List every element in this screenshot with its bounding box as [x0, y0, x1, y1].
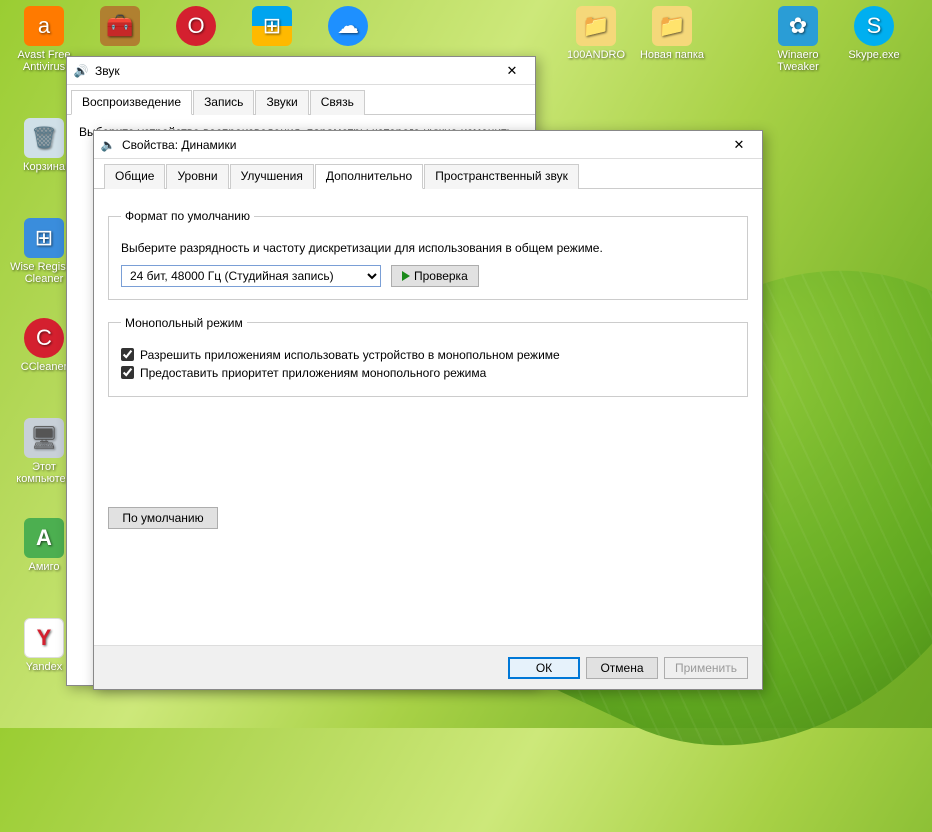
- defaults-button[interactable]: По умолчанию: [108, 507, 218, 529]
- format-combo[interactable]: 24 бит, 48000 Гц (Студийная запись): [121, 265, 381, 287]
- speaker-icon: 🔊: [73, 63, 89, 79]
- desktop-icon-folder-new[interactable]: 📁Новая папка: [636, 6, 708, 61]
- window-properties: 🔈 Свойства: Динамики ✕ Общие Уровни Улуч…: [93, 130, 763, 690]
- chk-priority-exclusive-box[interactable]: [121, 366, 134, 379]
- titlebar-sound[interactable]: 🔊 Звук ✕: [67, 57, 535, 85]
- tab-spatial[interactable]: Пространственный звук: [424, 164, 579, 189]
- tab-general[interactable]: Общие: [104, 164, 165, 189]
- titlebar-props[interactable]: 🔈 Свойства: Динамики ✕: [94, 131, 762, 159]
- group-exclusive: Монопольный режим Разрешить приложениям …: [108, 316, 748, 397]
- title-props: Свойства: Динамики: [122, 138, 722, 152]
- tabs-props: Общие Уровни Улучшения Дополнительно Про…: [94, 159, 762, 189]
- chk-allow-exclusive-box[interactable]: [121, 348, 134, 361]
- desktop-icon-app2[interactable]: 🧰: [84, 6, 156, 49]
- desktop-icon-opera[interactable]: O: [160, 6, 232, 49]
- legend-exclusive: Монопольный режим: [121, 316, 247, 330]
- close-button-sound[interactable]: ✕: [495, 60, 529, 82]
- speaker-props-icon: 🔈: [100, 137, 116, 153]
- tab-playback[interactable]: Воспроизведение: [71, 90, 192, 115]
- format-desc: Выберите разрядность и частоту дискретиз…: [121, 241, 735, 257]
- desktop-icon-windows[interactable]: ⊞: [236, 6, 308, 49]
- desktop-icon-cloud[interactable]: ☁: [312, 6, 384, 49]
- chk-allow-exclusive[interactable]: Разрешить приложениям использовать устро…: [121, 348, 735, 362]
- play-icon: [402, 271, 410, 281]
- props-body: Формат по умолчанию Выберите разрядность…: [94, 189, 762, 539]
- tab-enhancements[interactable]: Улучшения: [230, 164, 314, 189]
- desktop-icon-winaero[interactable]: ✿Winaero Tweaker: [762, 6, 834, 73]
- tab-advanced[interactable]: Дополнительно: [315, 164, 423, 189]
- tab-levels[interactable]: Уровни: [166, 164, 228, 189]
- tabs-sound: Воспроизведение Запись Звуки Связь: [67, 85, 535, 115]
- apply-button[interactable]: Применить: [664, 657, 748, 679]
- close-button-props[interactable]: ✕: [722, 134, 756, 156]
- legend-format: Формат по умолчанию: [121, 209, 254, 223]
- tab-sounds[interactable]: Звуки: [255, 90, 308, 115]
- cancel-button[interactable]: Отмена: [586, 657, 658, 679]
- dialog-footer: ОК Отмена Применить: [94, 645, 762, 689]
- test-button[interactable]: Проверка: [391, 265, 479, 287]
- desktop-icon-skype[interactable]: SSkype.exe: [838, 6, 910, 61]
- title-sound: Звук: [95, 64, 495, 78]
- tab-comm[interactable]: Связь: [310, 90, 365, 115]
- chk-priority-exclusive[interactable]: Предоставить приоритет приложениям моноп…: [121, 366, 735, 380]
- ok-button[interactable]: ОК: [508, 657, 580, 679]
- group-default-format: Формат по умолчанию Выберите разрядность…: [108, 209, 748, 300]
- tab-recording[interactable]: Запись: [193, 90, 254, 115]
- desktop-icon-folder-andro[interactable]: 📁100ANDRO: [560, 6, 632, 61]
